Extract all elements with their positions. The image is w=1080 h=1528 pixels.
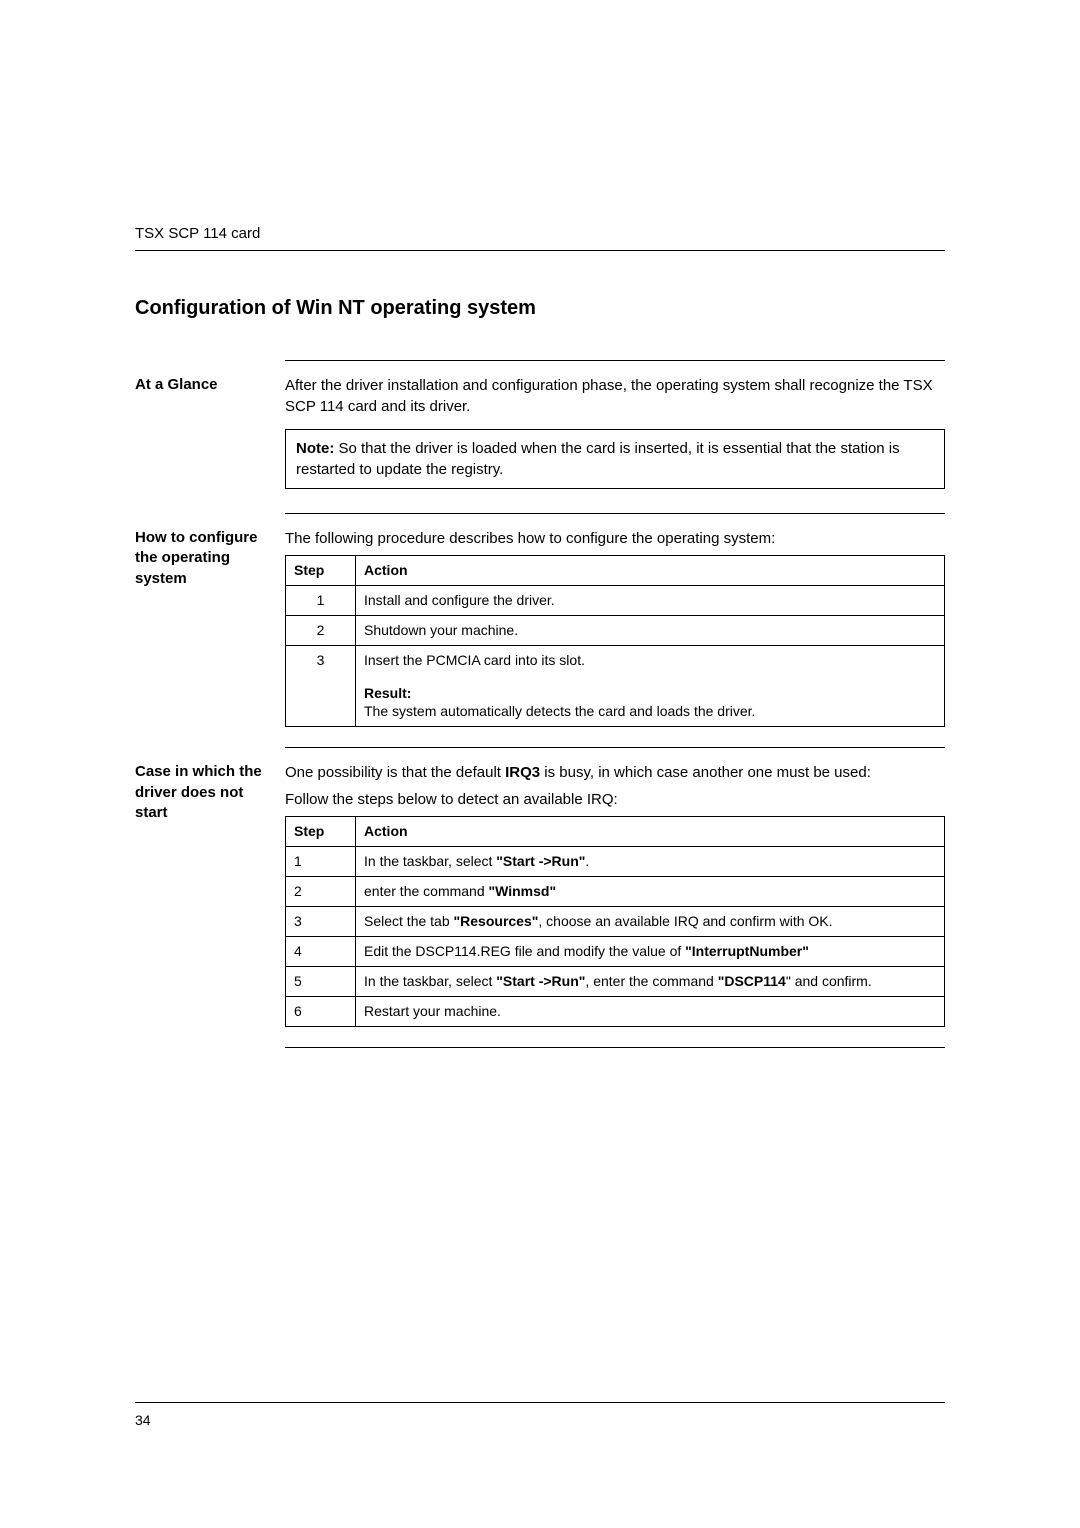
table-row: 4 Edit the DSCP114.REG file and modify t… — [286, 936, 945, 966]
page-title: Configuration of Win NT operating system — [135, 297, 945, 320]
b1: "Winmsd" — [489, 883, 557, 899]
table-row: 1 In the taskbar, select "Start ->Run". — [286, 847, 945, 877]
th-step: Step — [286, 817, 356, 847]
table-row: 2 enter the command "Winmsd" — [286, 877, 945, 907]
cell-step: 5 — [286, 966, 356, 996]
header-rule — [135, 250, 945, 251]
b1: "Resources" — [454, 913, 539, 929]
cell-step: 6 — [286, 996, 356, 1026]
cell-step: 3 — [286, 907, 356, 937]
side-label-driver-fail: Case in which the driver does not start — [135, 762, 285, 1026]
post: . — [585, 853, 589, 869]
note-label: Note: — [296, 440, 334, 457]
note-box: Note: So that the driver is loaded when … — [285, 429, 945, 489]
running-header: TSX SCP 114 card — [135, 225, 945, 242]
section-rule — [285, 513, 945, 514]
section-at-a-glance: At a Glance After the driver installatio… — [135, 375, 945, 493]
cell-action: Edit the DSCP114.REG file and modify the… — [356, 936, 945, 966]
th-action: Action — [356, 556, 945, 586]
intro-bold: IRQ3 — [505, 764, 540, 781]
cell-action: enter the command "Winmsd" — [356, 877, 945, 907]
cell-action: In the taskbar, select "Start ->Run". — [356, 847, 945, 877]
footer-rule — [135, 1402, 945, 1403]
pre: enter the command — [364, 883, 489, 899]
result-text: The system automatically detects the car… — [364, 702, 936, 721]
configure-intro: The following procedure describes how to… — [285, 528, 945, 549]
th-action: Action — [356, 817, 945, 847]
result-label: Result: — [364, 684, 936, 703]
section-rule — [285, 1047, 945, 1048]
table-row: 2 Shutdown your machine. — [286, 615, 945, 645]
cell-step: 2 — [286, 877, 356, 907]
driver-fail-intro2: Follow the steps below to detect an avai… — [285, 789, 945, 810]
side-label-configure: How to configure the operating system — [135, 528, 285, 727]
b2: "DSCP114 — [718, 973, 786, 989]
cell-step: 1 — [286, 585, 356, 615]
intro-pre: One possibility is that the default — [285, 764, 505, 781]
b1: "InterruptNumber" — [685, 943, 809, 959]
pre: Restart your machine. — [364, 1003, 501, 1019]
cell-action-text: Insert the PCMCIA card into its slot. — [364, 652, 585, 668]
table-row: 3 Insert the PCMCIA card into its slot. … — [286, 645, 945, 727]
th-step: Step — [286, 556, 356, 586]
cell-action: Shutdown your machine. — [356, 615, 945, 645]
table-row: 5 In the taskbar, select "Start ->Run", … — [286, 966, 945, 996]
cell-action: Insert the PCMCIA card into its slot. Re… — [356, 645, 945, 727]
cell-step: 2 — [286, 615, 356, 645]
pre: Edit the DSCP114.REG file and modify the… — [364, 943, 685, 959]
driver-fail-table: Step Action 1 In the taskbar, select "St… — [285, 816, 945, 1026]
section-driver-fail: Case in which the driver does not start … — [135, 762, 945, 1026]
section-rule — [285, 360, 945, 361]
cell-step: 1 — [286, 847, 356, 877]
page-number: 34 — [135, 1412, 151, 1428]
cell-action: Restart your machine. — [356, 996, 945, 1026]
note-text: So that the driver is loaded when the ca… — [296, 440, 900, 478]
cell-action: In the taskbar, select "Start ->Run", en… — [356, 966, 945, 996]
table-row: 1 Install and configure the driver. — [286, 585, 945, 615]
b1: "Start ->Run" — [496, 853, 585, 869]
configure-table: Step Action 1 Install and configure the … — [285, 555, 945, 727]
cell-action: Select the tab "Resources", choose an av… — [356, 907, 945, 937]
pre: In the taskbar, select — [364, 973, 496, 989]
pre: In the taskbar, select — [364, 853, 496, 869]
intro-post: is busy, in which case another one must … — [540, 764, 871, 781]
pre: Select the tab — [364, 913, 454, 929]
section-rule — [285, 747, 945, 748]
table-header-row: Step Action — [286, 817, 945, 847]
driver-fail-intro: One possibility is that the default IRQ3… — [285, 762, 945, 783]
side-label-glance: At a Glance — [135, 375, 285, 493]
cell-step: 3 — [286, 645, 356, 727]
glance-paragraph: After the driver installation and config… — [285, 375, 945, 417]
table-row: 3 Select the tab "Resources", choose an … — [286, 907, 945, 937]
table-row: 6 Restart your machine. — [286, 996, 945, 1026]
post: , choose an available IRQ and confirm wi… — [538, 913, 832, 929]
cell-action: Install and configure the driver. — [356, 585, 945, 615]
section-configure: How to configure the operating system Th… — [135, 528, 945, 727]
cell-step: 4 — [286, 936, 356, 966]
post: " and confirm. — [786, 973, 872, 989]
mid: , enter the command — [585, 973, 717, 989]
table-header-row: Step Action — [286, 556, 945, 586]
b1: "Start ->Run" — [496, 973, 585, 989]
